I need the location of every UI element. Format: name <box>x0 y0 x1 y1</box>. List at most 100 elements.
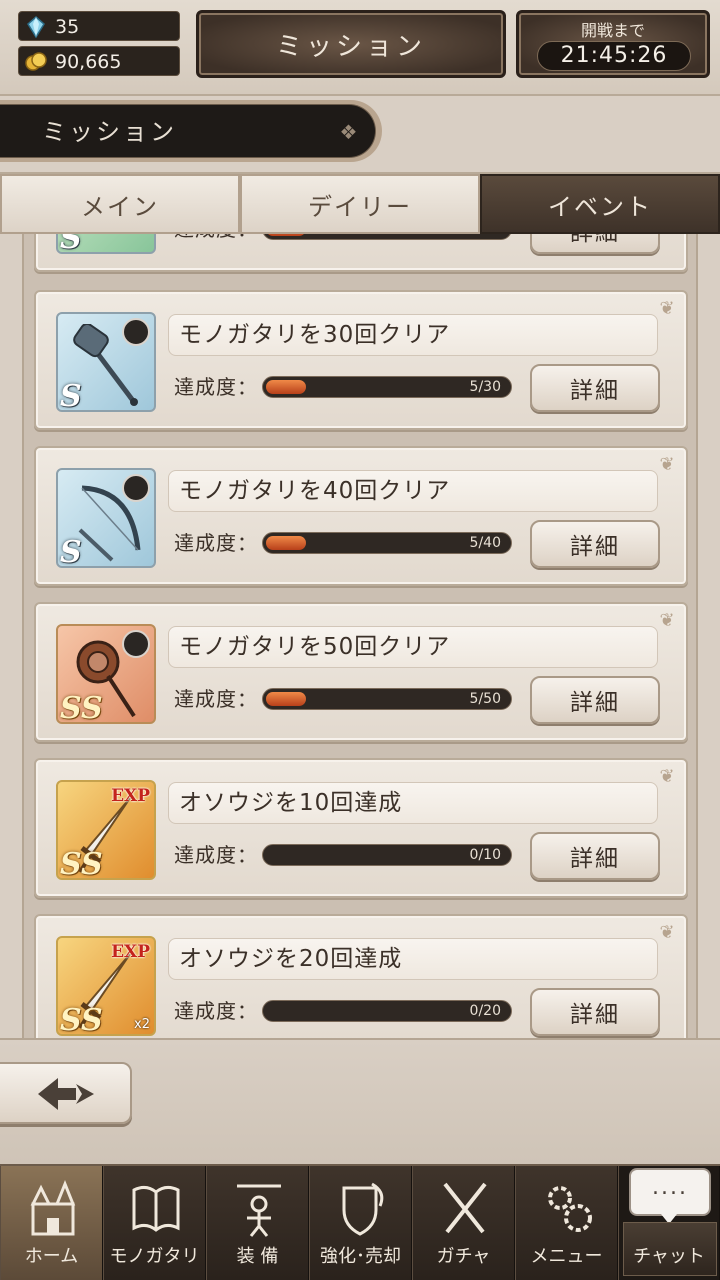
progress-label: 達成度： <box>174 375 258 399</box>
timer-value: 21:45:26 <box>537 41 691 71</box>
detail-button[interactable]: 詳細 <box>530 832 660 880</box>
rarity-badge: S <box>60 379 82 412</box>
mission-name: モノガタリを40回クリア <box>168 470 658 512</box>
detail-button[interactable]: 詳細 <box>530 364 660 412</box>
rarity-badge: S <box>60 535 82 568</box>
reward-thumbnail[interactable]: S <box>56 234 156 254</box>
header-title: ミッション <box>196 10 506 78</box>
tab-daily-label: デイリー <box>308 192 412 221</box>
tab-daily[interactable]: デイリー <box>240 174 480 234</box>
gears-icon <box>548 1186 592 1232</box>
detail-button[interactable]: 詳細 <box>530 520 660 568</box>
gem-counter: 35 <box>18 11 180 41</box>
detail-label: 詳細 <box>570 534 620 560</box>
progress-text: 0/10 <box>469 847 501 863</box>
nav-chat[interactable]: .... チャット <box>618 1166 720 1280</box>
progress-text: 0/20 <box>469 1003 501 1019</box>
detail-button[interactable]: 詳細 <box>530 988 660 1036</box>
coin-count: 90,665 <box>55 51 122 73</box>
rarity-badge: SS <box>60 691 103 724</box>
coin-counter: 90,665 <box>18 46 180 76</box>
progress-bar: 5/50 <box>262 688 512 710</box>
coins-icon <box>25 52 47 71</box>
header-title-text: ミッション <box>275 31 426 62</box>
detail-label: 詳細 <box>570 378 620 404</box>
reward-thumbnail[interactable]: SS <box>56 624 156 724</box>
bottom-nav: ホーム モノガタリ 装 備 強化･売却 ガチャ メニュー .... チャット <box>0 1164 720 1280</box>
progress-bar: 5/30 <box>262 376 512 398</box>
progress-bar <box>262 234 512 240</box>
top-bar: 35 90,665 ミッション 開戦まで 21:45:26 <box>0 0 720 96</box>
detail-button[interactable]: 詳細 <box>530 234 660 254</box>
reward-thumbnail[interactable]: S <box>56 312 156 412</box>
progress-text: 5/30 <box>469 379 501 395</box>
detail-label: 詳細 <box>570 690 620 716</box>
mission-name: オソウジを20回達成 <box>168 938 658 980</box>
mission-name: モノガタリを50回クリア <box>168 626 658 668</box>
crystal-icon <box>27 16 45 38</box>
nav-monogatari-label: モノガタリ <box>109 1246 200 1267</box>
detail-label: 詳細 <box>570 234 620 247</box>
section-header: ミッション ❖ <box>0 100 382 162</box>
tab-main[interactable]: メイン <box>0 174 240 234</box>
reward-thumbnail[interactable]: S <box>56 468 156 568</box>
detail-label: 詳細 <box>570 846 620 872</box>
progress-label: 達成度： <box>174 999 258 1023</box>
progress-fill <box>266 380 306 394</box>
corner-ornament-icon: ❦ <box>659 766 675 787</box>
nav-gacha-label: ガチャ <box>436 1246 491 1267</box>
shield-icon <box>342 1182 384 1236</box>
nav-gacha[interactable]: ガチャ <box>412 1166 515 1280</box>
rarity-badge: SS <box>60 1003 103 1036</box>
exp-tag: EXP <box>111 786 150 806</box>
book-icon <box>132 1185 180 1232</box>
mission-card: ❦ S モノガタリを40回クリア 達成度： 5/40 詳細 <box>34 446 688 586</box>
nav-equipment-label: 装 備 <box>236 1246 279 1267</box>
mission-card: ❦ EXP x2 SS オソウジを20回達成 達成度： 0/20 詳細 <box>34 914 688 1038</box>
nav-monogatari[interactable]: モノガタリ <box>103 1166 206 1280</box>
gem-count: 35 <box>55 16 80 38</box>
corner-ornament-icon: ❦ <box>659 454 675 475</box>
nav-home-label: ホーム <box>24 1246 79 1267</box>
nav-equipment[interactable]: 装 備 <box>206 1166 309 1280</box>
progress-bar: 0/20 <box>262 1000 512 1022</box>
tab-main-label: メイン <box>81 192 159 221</box>
exp-tag: EXP <box>111 942 150 962</box>
mission-card: ❦ SS モノガタリを50回クリア 達成度： 5/50 詳細 <box>34 602 688 742</box>
rarity-badge: SS <box>60 847 103 880</box>
rarity-badge: S <box>60 234 82 254</box>
progress-fill <box>266 234 306 236</box>
progress-fill <box>266 536 306 550</box>
mission-tabs: メイン デイリー イベント <box>0 172 720 234</box>
timer-label: 開戦まで <box>580 21 645 40</box>
back-button[interactable] <box>0 1062 132 1124</box>
nav-menu-label: メニュー <box>530 1246 603 1267</box>
corner-ornament-icon: ❦ <box>659 922 675 943</box>
back-arrow-icon <box>38 1078 94 1110</box>
reward-thumbnail[interactable]: EXP x2 SS <box>56 936 156 1036</box>
tab-event[interactable]: イベント <box>480 174 720 234</box>
progress-label: 達成度： <box>174 531 258 555</box>
mission-list[interactable]: S 達成度： 詳細 ❦ S モノガタリを30回クリア 達成度： 5/30 詳細 … <box>0 234 720 1038</box>
chat-bubble-icon: .... <box>629 1168 711 1224</box>
corner-ornament-icon: ❦ <box>659 298 675 319</box>
progress-label: 達成度： <box>174 843 258 867</box>
tab-event-label: イベント <box>548 192 652 221</box>
mission-card: S 達成度： 詳細 <box>34 234 688 272</box>
nav-enhance-sell[interactable]: 強化･売却 <box>309 1166 412 1280</box>
hammer-type-icon <box>122 318 150 346</box>
nav-home[interactable]: ホーム <box>0 1166 103 1280</box>
corner-ornament-icon: ❦ <box>659 610 675 631</box>
progress-text: 5/50 <box>469 691 501 707</box>
reward-multiplier: x2 <box>134 1017 150 1032</box>
progress-label: 達成度： <box>174 234 258 244</box>
reward-thumbnail[interactable]: EXP SS <box>56 780 156 880</box>
nav-enhance-sell-label: 強化･売却 <box>320 1246 401 1267</box>
mission-name: オソウジを10回達成 <box>168 782 658 824</box>
detail-label: 詳細 <box>570 1002 620 1028</box>
nav-menu[interactable]: メニュー <box>515 1166 618 1280</box>
ornament-icon: ❖ <box>339 120 361 144</box>
progress-bar: 0/10 <box>262 844 512 866</box>
detail-button[interactable]: 詳細 <box>530 676 660 724</box>
mission-card: ❦ EXP SS オソウジを10回達成 達成度： 0/10 詳細 <box>34 758 688 898</box>
